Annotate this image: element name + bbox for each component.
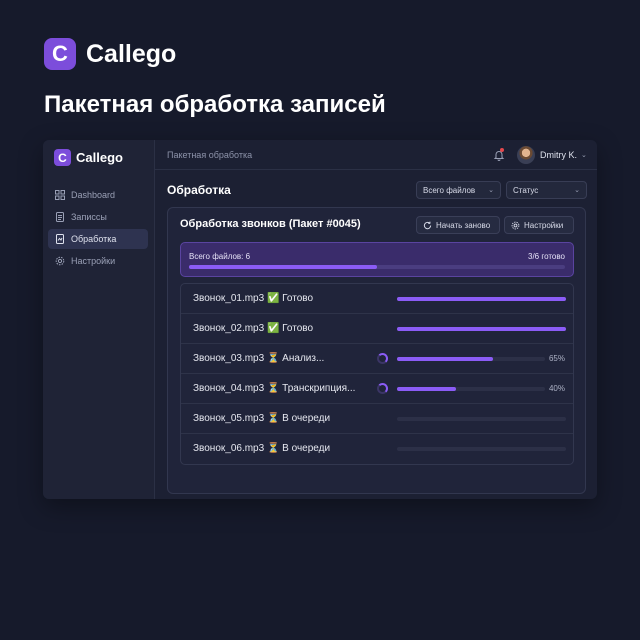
file-progress-fill <box>397 327 566 331</box>
user-name: Dmitry K. <box>540 150 577 160</box>
file-row-label: Звонок_03.mp3 ⏳ Анализ... <box>193 353 325 364</box>
file-row[interactable]: Звонок_06.mp3 ⏳ В очереди <box>181 434 573 464</box>
chevron-down-icon: ⌄ <box>488 187 494 194</box>
sidebar-item-processing[interactable]: Обработка <box>48 229 148 249</box>
main-area: Пакетная обработка Dmitry K. ⌄ Обработка… <box>155 140 597 499</box>
gear-icon <box>55 256 65 266</box>
total-files-label: Всего файлов: 6 <box>189 252 251 261</box>
processing-icon <box>55 234 65 244</box>
panel-title: Обработка звонков (Пакет #0045) <box>180 218 361 230</box>
sidebar-brand[interactable]: C Callego <box>54 149 123 166</box>
user-menu[interactable]: Dmitry K. ⌄ <box>517 146 587 164</box>
document-icon <box>55 212 65 222</box>
file-progress-track <box>397 327 566 331</box>
file-row-label: Звонок_04.mp3 ⏳ Транскрипция... <box>193 383 356 394</box>
batch-progress-track <box>189 265 565 269</box>
file-progress-track <box>397 447 566 451</box>
brand-name: Callego <box>86 39 177 68</box>
batch-panel: Обработка звонков (Пакет #0045) Начать з… <box>167 207 586 494</box>
sidebar-item-settings[interactable]: Настройки <box>48 251 148 271</box>
files-filter-select[interactable]: Всего файлов ⌄ <box>416 181 501 199</box>
ready-count-label: 3/6 готово <box>528 252 565 261</box>
file-row-label: Звонок_05.mp3 ⏳ В очереди <box>193 413 331 424</box>
file-row[interactable]: Звонок_01.mp3 ✅ Готово <box>181 284 573 314</box>
refresh-icon <box>423 221 432 230</box>
batch-summary: Всего файлов: 6 3/6 готово <box>180 242 574 277</box>
sidebar-logo: C <box>54 149 71 166</box>
status-filter-value: Статус <box>513 185 539 195</box>
file-progress-percent: 65% <box>548 354 565 363</box>
file-progress-percent: 40% <box>548 384 565 393</box>
sidebar-item-label: Настройки <box>71 256 116 266</box>
sidebar-item-records[interactable]: Записсы <box>48 207 148 227</box>
file-row[interactable]: Звонок_02.mp3 ✅ Готово <box>181 314 573 344</box>
sidebar-nav: Dashboard Записсы Обработка Настройки <box>48 185 148 273</box>
file-row[interactable]: Звонок_03.mp3 ⏳ Анализ... 65% <box>181 344 573 374</box>
chevron-down-icon: ⌄ <box>574 187 580 194</box>
status-filter-select[interactable]: Статус ⌄ <box>506 181 587 199</box>
file-progress-track <box>397 387 545 391</box>
file-row-label: Звонок_01.mp3 ✅ Готово <box>193 293 314 304</box>
sidebar-item-label: Записсы <box>71 212 107 222</box>
file-row-label: Звонок_02.mp3 ✅ Готово <box>193 323 314 334</box>
breadcrumb: Пакетная обработка <box>167 150 253 160</box>
brand-logo: C <box>44 38 76 70</box>
file-progress-track <box>397 417 566 421</box>
restart-label: Начать заново <box>436 220 491 230</box>
sidebar: C Callego Dashboard Записсы Обработка На… <box>43 140 155 499</box>
file-progress-fill <box>397 297 566 301</box>
restart-button[interactable]: Начать заново <box>416 216 500 234</box>
brand: C Callego <box>44 38 176 70</box>
file-row[interactable]: Звонок_05.mp3 ⏳ В очереди <box>181 404 573 434</box>
dashboard-icon <box>55 190 65 200</box>
files-filter-value: Всего файлов <box>423 185 476 195</box>
sidebar-item-dashboard[interactable]: Dashboard <box>48 185 148 205</box>
app-window: C Callego Dashboard Записсы Обработка На… <box>43 140 597 499</box>
file-row-label: Звонок_06.mp3 ⏳ В очереди <box>193 443 331 454</box>
section-title: Обработка <box>167 183 231 197</box>
file-progress-fill <box>397 387 457 391</box>
file-list: Звонок_01.mp3 ✅ Готово Звонок_02.mp3 ✅ Го… <box>180 283 574 465</box>
settings-label: Настройки <box>524 220 564 230</box>
batch-progress-fill <box>189 265 377 269</box>
sidebar-item-label: Dashboard <box>71 190 116 200</box>
gear-icon <box>511 221 520 230</box>
chevron-down-icon: ⌄ <box>581 152 587 159</box>
file-progress-fill <box>397 357 494 361</box>
notification-dot <box>500 148 504 152</box>
sidebar-brand-name: Callego <box>76 150 123 165</box>
page-headline: Пакетная обработка записей <box>44 91 386 118</box>
avatar <box>517 146 535 164</box>
file-progress-track <box>397 297 566 301</box>
loading-spinner-icon <box>377 353 388 364</box>
topbar: Пакетная обработка Dmitry K. ⌄ <box>155 140 597 170</box>
file-row[interactable]: Звонок_04.mp3 ⏳ Транскрипция... 40% <box>181 374 573 404</box>
settings-button[interactable]: Настройки <box>504 216 574 234</box>
file-progress-track <box>397 357 545 361</box>
sidebar-item-label: Обработка <box>71 234 117 244</box>
loading-spinner-icon <box>377 383 388 394</box>
